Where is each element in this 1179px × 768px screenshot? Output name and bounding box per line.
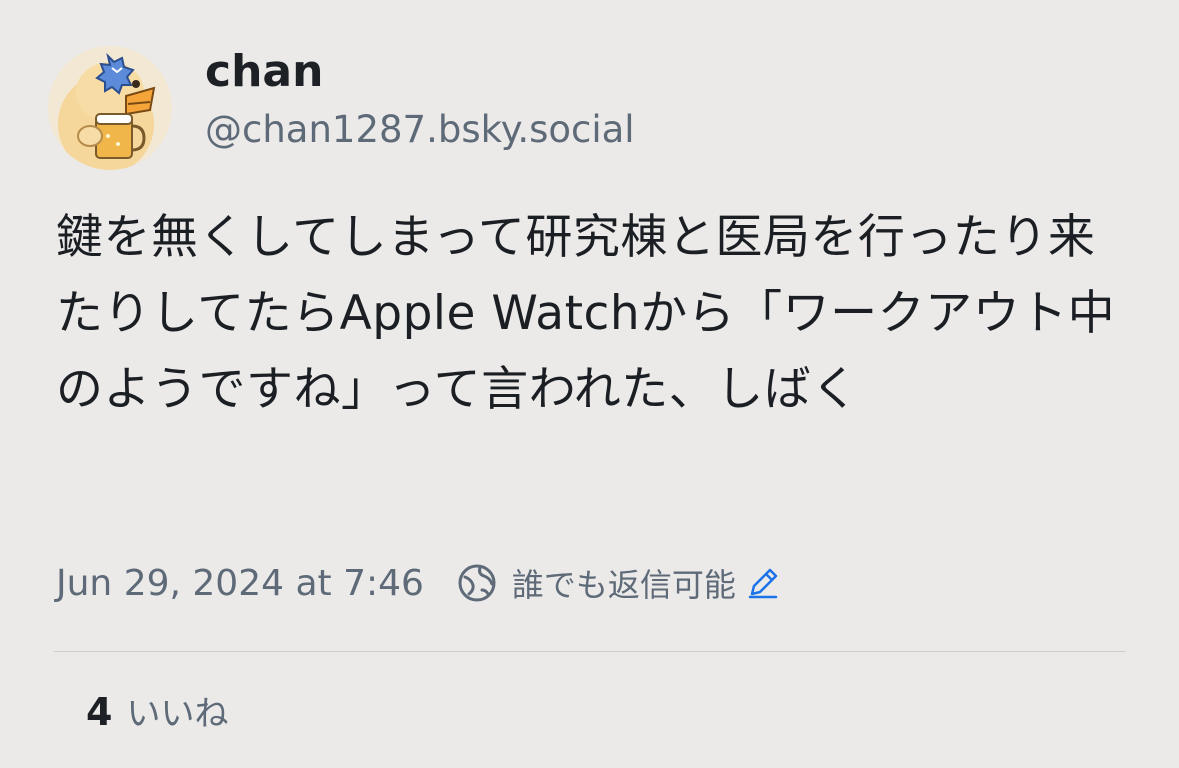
like-count: 4 — [86, 690, 113, 734]
reply-setting-button[interactable]: 誰でも返信可能 — [456, 560, 780, 606]
divider — [54, 651, 1126, 652]
duck-avatar-icon — [48, 46, 172, 170]
post-timestamp[interactable]: Jun 29, 2024 at 7:46 — [56, 563, 424, 604]
author-display-name[interactable]: chan — [205, 44, 323, 100]
post-meta: Jun 29, 2024 at 7:46 誰でも返信可能 — [56, 555, 780, 611]
post-detail: chan @chan1287.bsky.social 鍵を無くしてしまって研究棟… — [0, 0, 1179, 768]
avatar[interactable] — [48, 46, 172, 170]
likes-stat[interactable]: 4 いいね — [86, 686, 228, 735]
like-label: いいね — [126, 694, 229, 734]
post-text: 鍵を無くしてしまって研究棟と医局を行ったり来たりしてたらApple Watchか… — [56, 210, 1116, 417]
pencil-icon — [748, 568, 778, 599]
reply-setting-label: 誰でも返信可能 — [511, 566, 736, 604]
globe-icon — [458, 564, 496, 602]
author-handle[interactable]: @chan1287.bsky.social — [205, 104, 635, 156]
